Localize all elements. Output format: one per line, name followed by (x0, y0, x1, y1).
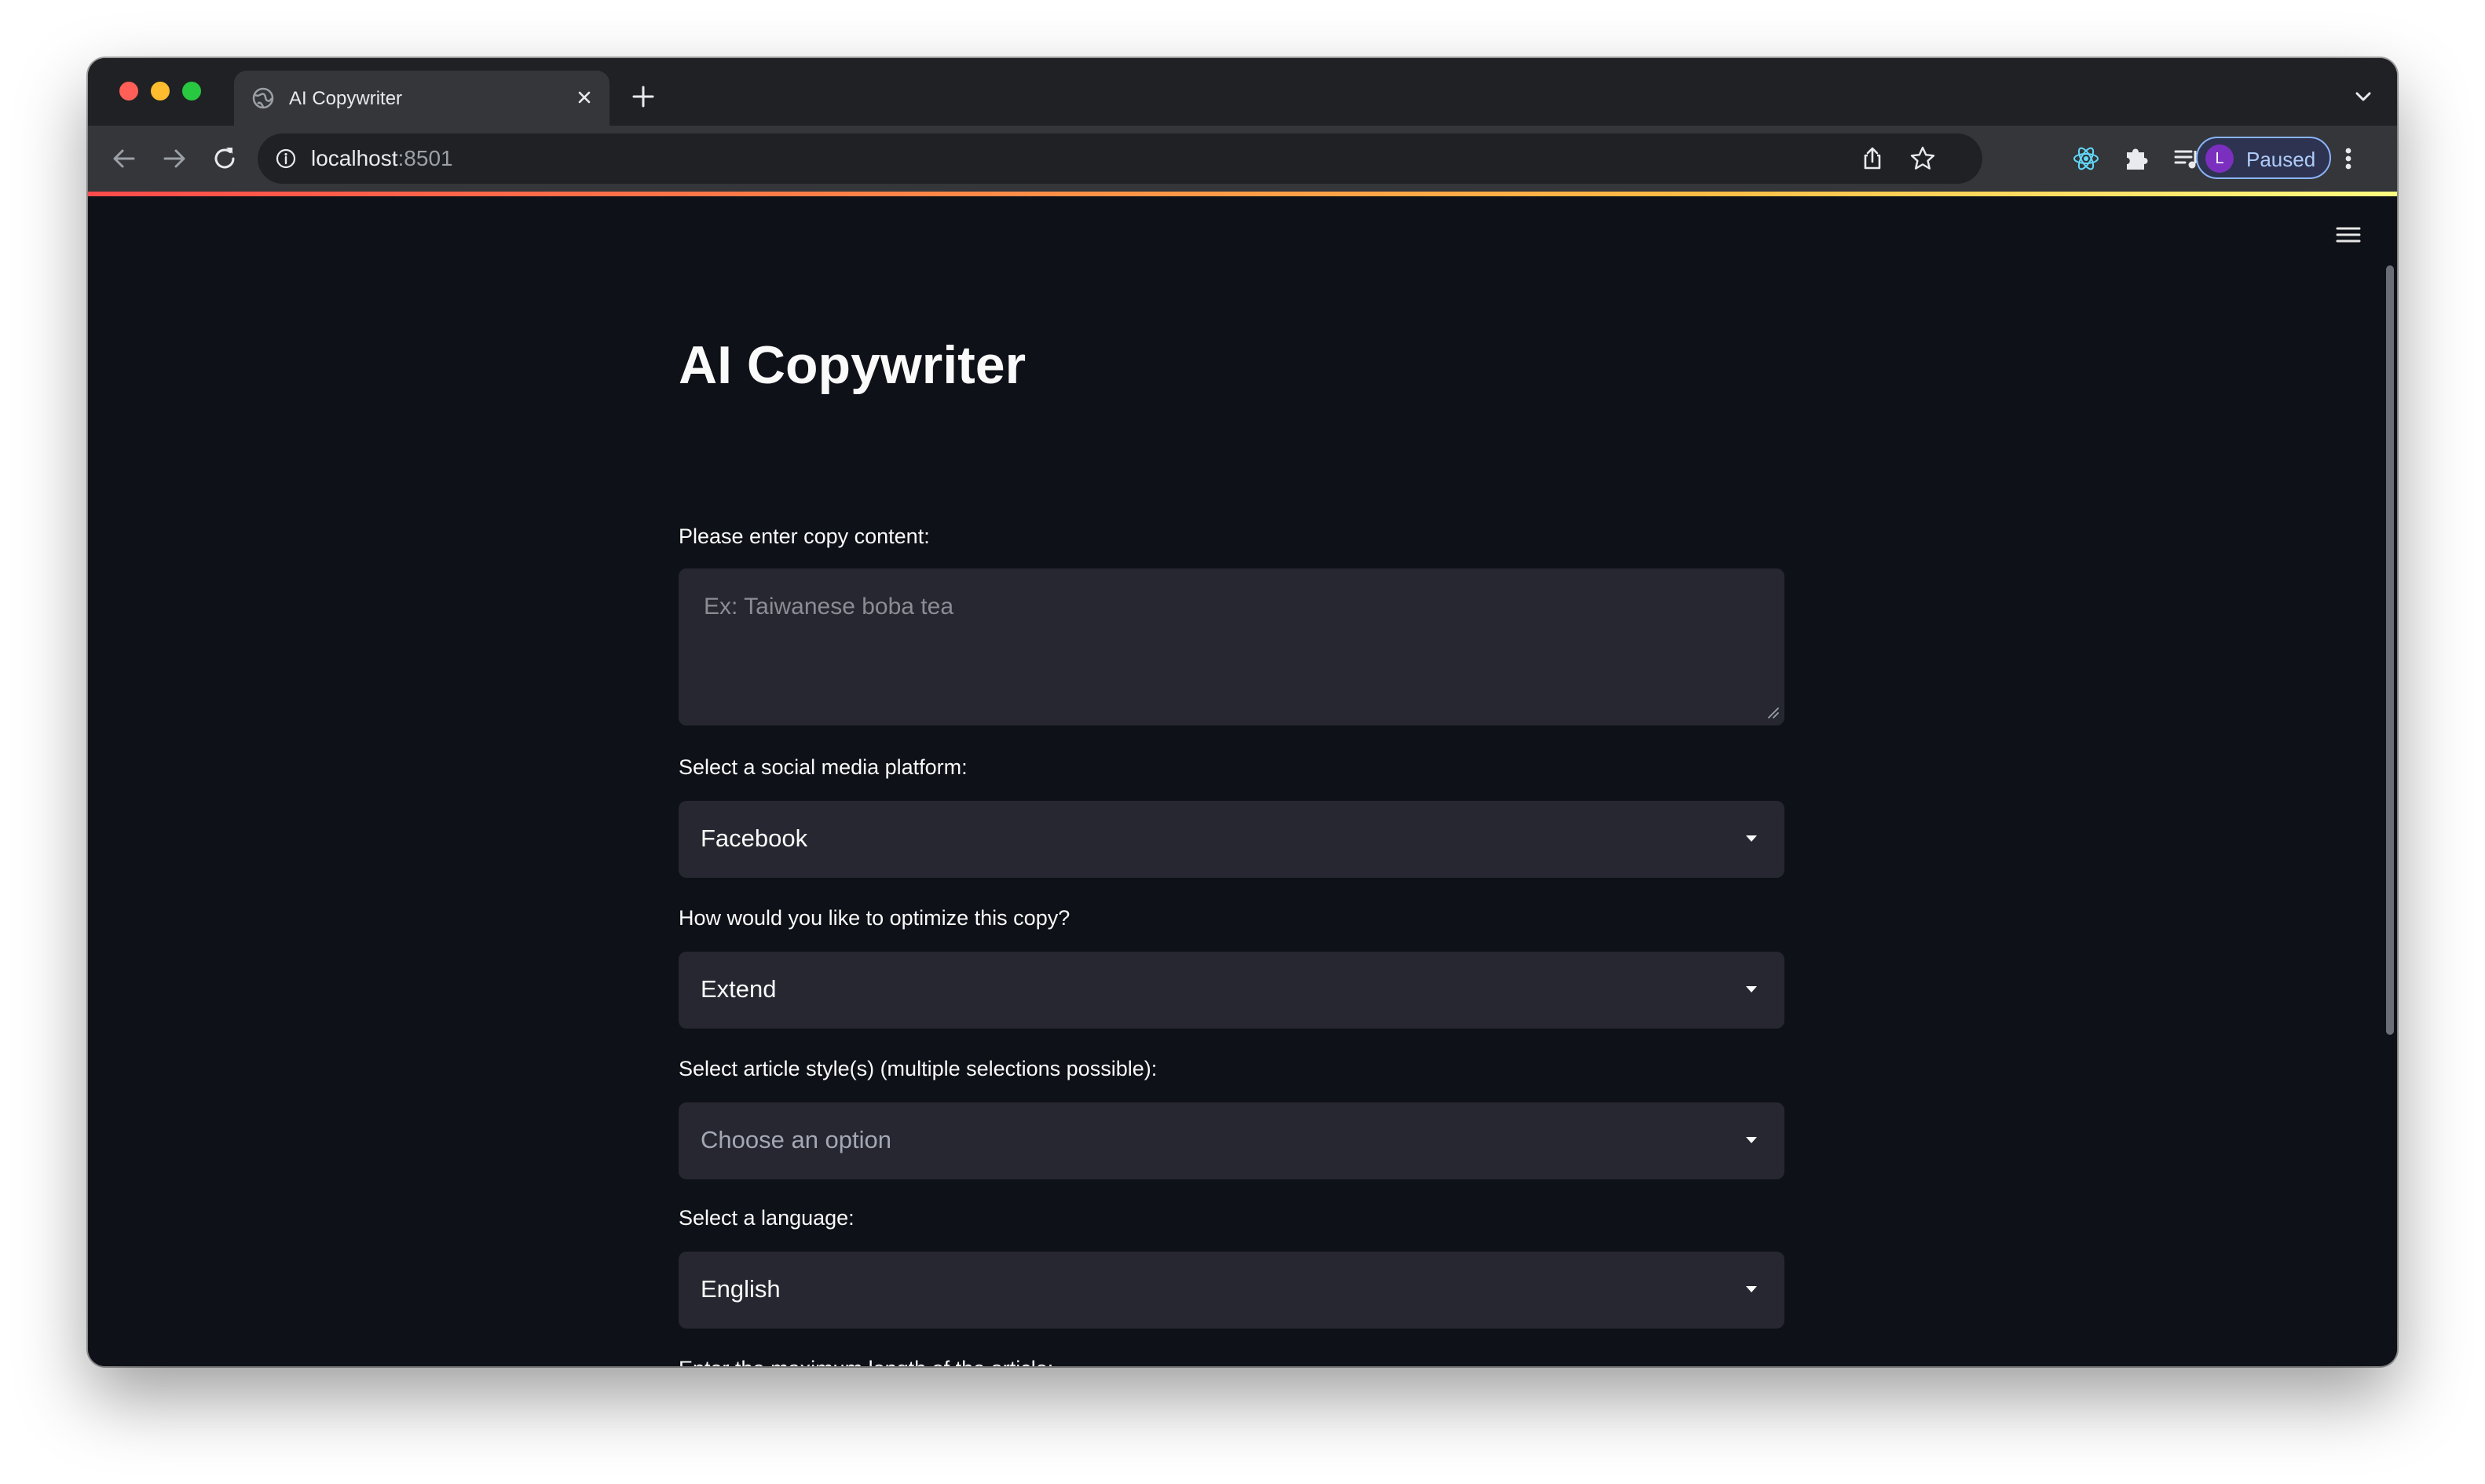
caret-down-icon (1746, 835, 1757, 842)
language-selected-value: English (701, 1275, 781, 1303)
star-icon[interactable] (1909, 144, 1937, 173)
maximize-window-button[interactable] (182, 82, 201, 101)
tab-strip: AI Copywriter (88, 58, 2397, 126)
copy-content-textarea[interactable] (679, 568, 1784, 726)
tab-title: AI Copywriter (289, 88, 403, 109)
app-main: AI Copywriter Please enter copy content:… (88, 196, 2397, 1366)
styles-placeholder: Choose an option (701, 1126, 892, 1153)
max-length-label: Enter the maximum length of the article: (679, 1357, 1053, 1366)
puzzle-icon[interactable] (2121, 143, 2152, 174)
profile-status: Paused (2246, 148, 2316, 171)
avatar: L (2205, 144, 2234, 173)
kebab-menu-icon[interactable] (2333, 141, 2364, 176)
forward-arrow-icon[interactable] (159, 143, 190, 174)
page-title: AI Copywriter (679, 335, 1027, 395)
scrollbar[interactable] (2386, 265, 2394, 1035)
globe-icon (252, 87, 274, 109)
language-label: Select a language: (679, 1206, 855, 1230)
caret-down-icon (1746, 1286, 1757, 1292)
browser-tab[interactable]: AI Copywriter (234, 71, 609, 126)
minimize-window-button[interactable] (151, 82, 170, 101)
info-icon[interactable] (275, 148, 297, 170)
optimize-label: How would you like to optimize this copy… (679, 906, 1070, 930)
caret-down-icon (1746, 1137, 1757, 1143)
plus-icon[interactable] (630, 83, 657, 110)
address-bar[interactable]: localhost:8501 (258, 133, 1982, 184)
styles-multiselect[interactable]: Choose an option (679, 1102, 1784, 1179)
language-select[interactable]: English (679, 1252, 1784, 1329)
caret-down-icon (1746, 986, 1757, 992)
copy-content-label: Please enter copy content: (679, 525, 930, 548)
url-text[interactable]: localhost:8501 (311, 146, 453, 171)
styles-label: Select article style(s) (multiple select… (679, 1057, 1158, 1080)
share-icon[interactable] (1858, 144, 1887, 173)
optimize-select[interactable]: Extend (679, 952, 1784, 1029)
platform-label: Select a social media platform: (679, 755, 968, 779)
resize-handle-icon[interactable] (1766, 705, 1780, 719)
close-window-button[interactable] (119, 82, 138, 101)
url-host: localhost (311, 146, 398, 170)
close-icon[interactable] (572, 85, 597, 110)
reload-icon[interactable] (209, 143, 240, 174)
back-arrow-icon[interactable] (108, 143, 140, 174)
optimize-selected-value: Extend (701, 975, 777, 1003)
browser-window: AI Copywriter localhost:8501 L Paused AI… (88, 58, 2397, 1366)
react-devtools-icon[interactable] (2070, 143, 2102, 174)
platform-select[interactable]: Facebook (679, 801, 1784, 878)
hamburger-menu-icon[interactable] (2334, 221, 2362, 248)
browser-toolbar: localhost:8501 L Paused (88, 126, 2397, 192)
platform-selected-value: Facebook (701, 824, 808, 852)
profile-button[interactable]: L Paused (2196, 137, 2331, 179)
chevron-down-icon[interactable] (2351, 85, 2375, 108)
url-port: :8501 (397, 146, 453, 170)
